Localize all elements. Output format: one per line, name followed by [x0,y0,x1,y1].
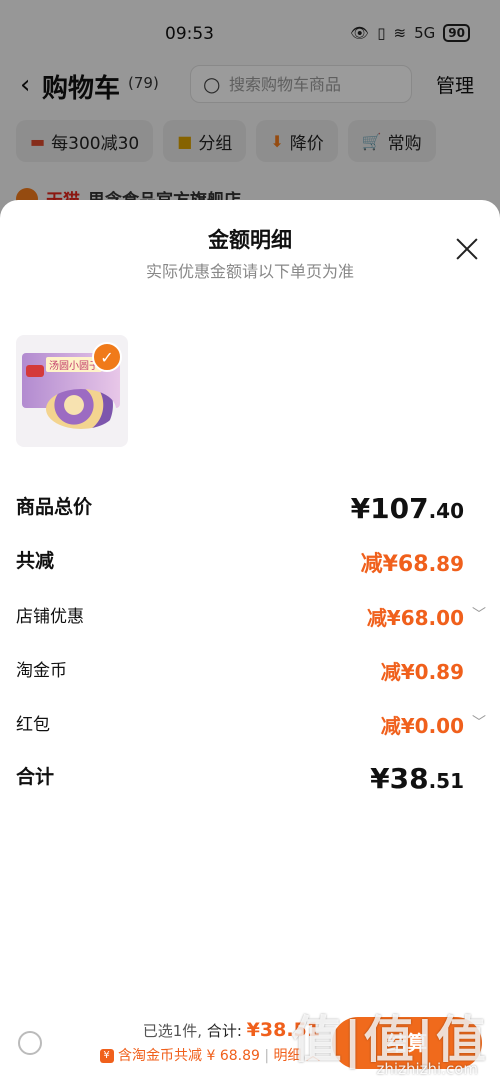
discount-summary[interactable]: ¥ 含淘金币共减 ¥ 68.89 | 明细 ︿ [99,1045,320,1065]
chevron-down-icon[interactable]: ﹀ [472,712,486,732]
watermark-url: zhizhizhi.com [376,1060,478,1078]
amount-detail-sheet: 金额明细 实际优惠金额请以下单页为准 汤圆小圆子 ✓ 商品总价 ¥107.40 … [0,200,500,1085]
check-icon[interactable]: ✓ [92,342,122,372]
close-icon[interactable] [454,236,480,262]
brand-logo [26,365,44,377]
discount-text: 含淘金币共减 ¥ 68.89 [118,1048,260,1064]
row-grand-total: 合计 ¥38.51 [16,762,480,795]
chevron-down-icon[interactable]: ﹀ [472,604,486,624]
coin-icon: ¥ [99,1049,114,1063]
row-shop-discount[interactable]: 店铺优惠 减¥68.00 ﹀ [16,602,486,632]
row-red-packet[interactable]: 红包 减¥0.00 ﹀ [16,710,486,740]
row-total-price: 商品总价 ¥107.40 [16,492,480,525]
selected-count: 已选1件, [142,1022,203,1040]
row-value: 减¥68.89 [360,552,464,577]
sheet-title: 金额明细 [208,228,292,252]
row-label: 合计 [16,766,55,788]
row-label: 共减 [16,550,55,572]
row-label: 商品总价 [16,496,93,518]
row-total-discount: 共减 减¥68.89 [16,546,480,577]
sheet-subtitle: 实际优惠金额请以下单页为准 [145,262,354,281]
row-label: 红包 [16,715,50,735]
total-label: 合计: [206,1022,242,1040]
product-bowl-image [46,389,116,429]
row-value: 减¥0.00 [380,714,464,738]
select-all-radio[interactable] [18,1031,42,1055]
row-label: 淘金币 [16,661,67,681]
row-label: 店铺优惠 [16,607,84,627]
row-value: 减¥68.00 [366,606,464,630]
row-taojinbi: 淘金币 减¥0.89 [16,656,480,686]
row-value: ¥107.40 [350,492,464,525]
row-value: ¥38.51 [370,762,464,795]
row-value: 减¥0.89 [380,660,464,684]
